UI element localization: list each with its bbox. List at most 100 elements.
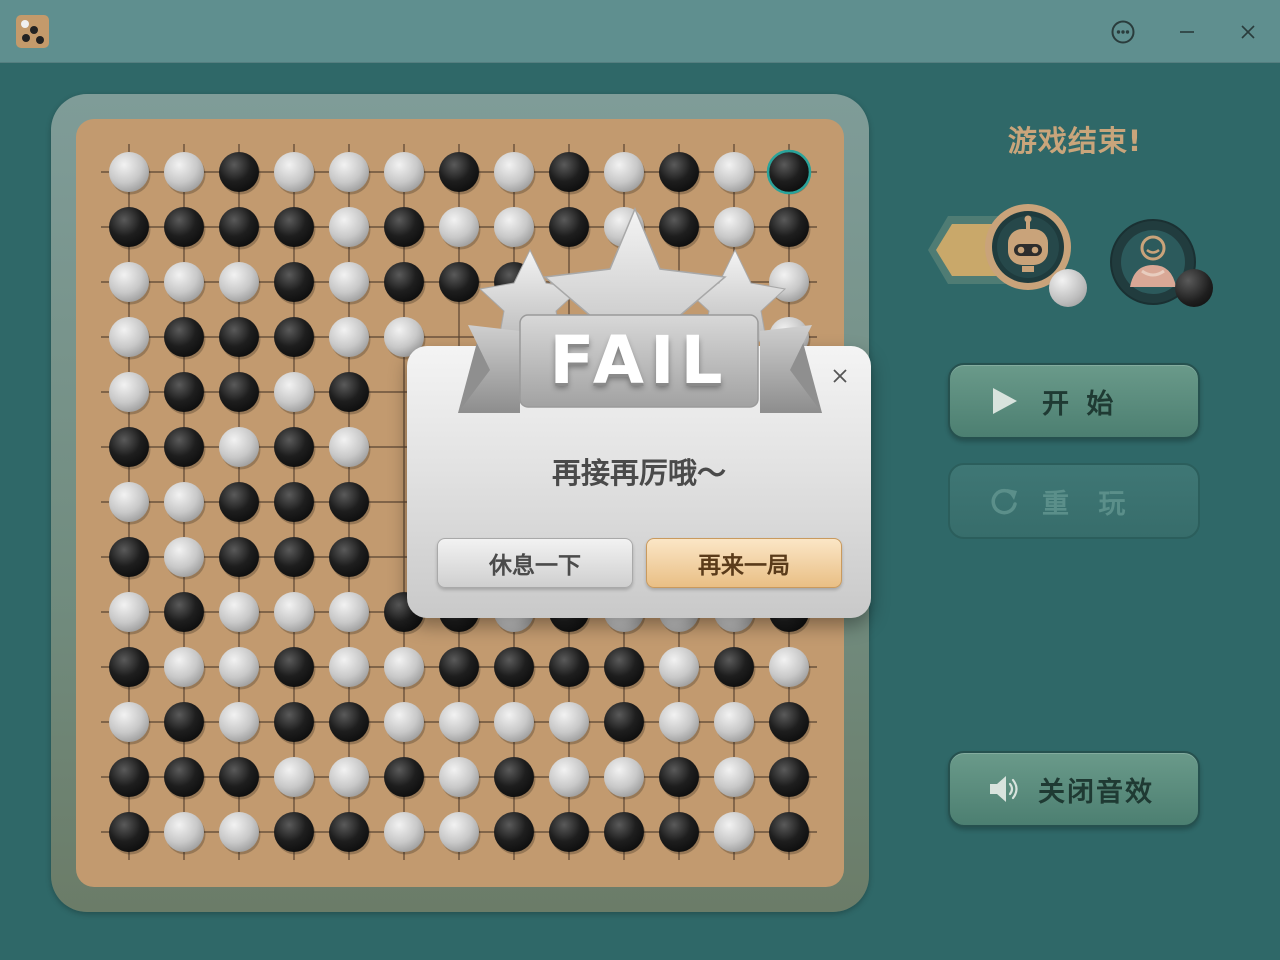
white-stone: [109, 482, 149, 522]
black-stone: [274, 812, 314, 852]
black-stone: [549, 812, 589, 852]
white-stone: [384, 152, 424, 192]
white-stone: [329, 427, 369, 467]
white-stone: [494, 702, 534, 742]
dialog-close-icon[interactable]: [822, 358, 858, 394]
black-stone: [109, 427, 149, 467]
black-stone: [384, 757, 424, 797]
white-stone: [274, 592, 314, 632]
white-stone: [164, 537, 204, 577]
black-stone: [164, 372, 204, 412]
play-again-button[interactable]: 再来一局: [646, 538, 842, 588]
white-stone: [109, 592, 149, 632]
black-stone: [219, 317, 259, 357]
white-stone: [384, 647, 424, 687]
black-stone: [274, 647, 314, 687]
white-stone: [329, 592, 369, 632]
black-stone: [384, 262, 424, 302]
black-stone: [109, 647, 149, 687]
black-stone: [219, 372, 259, 412]
black-stone: [329, 537, 369, 577]
dialog-message: 再接再厉哦～: [551, 456, 726, 490]
black-stone: [274, 427, 314, 467]
start-button[interactable]: 开 始: [948, 363, 1200, 439]
black-stone: [604, 812, 644, 852]
more-options-icon[interactable]: [1106, 15, 1140, 49]
white-stone: [329, 262, 369, 302]
game-status-text: 游戏结束!: [1007, 124, 1143, 158]
white-stone: [329, 757, 369, 797]
white-stone: [109, 702, 149, 742]
black-stone: [329, 482, 369, 522]
black-stone: [164, 207, 204, 247]
black-stone: [439, 152, 479, 192]
black-stone: [274, 482, 314, 522]
black-stone: [494, 647, 534, 687]
white-stone: [549, 757, 589, 797]
white-stone: [219, 427, 259, 467]
speaker-icon: [980, 765, 1028, 813]
white-stone: [329, 152, 369, 192]
black-stone: [164, 702, 204, 742]
white-stone-indicator: [1049, 269, 1087, 307]
mute-sound-label: 关闭音效: [1038, 776, 1154, 808]
white-stone: [659, 647, 699, 687]
white-stone: [659, 702, 699, 742]
minimize-icon[interactable]: [1170, 15, 1204, 49]
white-stone: [109, 152, 149, 192]
black-stone: [659, 812, 699, 852]
black-stone: [769, 757, 809, 797]
white-stone: [494, 152, 534, 192]
white-stone: [384, 702, 424, 742]
black-stone: [164, 317, 204, 357]
black-stone: [219, 207, 259, 247]
start-button-label: 开 始: [1042, 388, 1118, 420]
white-stone: [714, 757, 754, 797]
black-stone: [714, 647, 754, 687]
black-stone: [219, 482, 259, 522]
white-stone: [329, 317, 369, 357]
gomoku-board-icon: [16, 15, 49, 48]
black-stone: [659, 152, 699, 192]
white-stone: [109, 262, 149, 302]
replay-button: 重 玩: [948, 463, 1200, 539]
black-stone: [769, 812, 809, 852]
white-stone: [164, 482, 204, 522]
white-stone: [329, 207, 369, 247]
black-stone: [604, 702, 644, 742]
play-icon: [980, 377, 1028, 425]
white-stone: [439, 812, 479, 852]
white-stone: [549, 702, 589, 742]
white-stone: [384, 812, 424, 852]
white-stone: [219, 592, 259, 632]
white-stone: [164, 812, 204, 852]
mute-sound-button[interactable]: 关闭音效: [948, 751, 1200, 827]
close-icon[interactable]: [1231, 15, 1265, 49]
black-stone: [109, 757, 149, 797]
black-stone: [164, 592, 204, 632]
fail-title: FAIL: [549, 321, 729, 399]
white-stone: [714, 152, 754, 192]
refresh-icon: [980, 477, 1028, 525]
white-stone: [714, 812, 754, 852]
black-stone: [439, 647, 479, 687]
black-stone: [494, 812, 534, 852]
white-stone: [219, 262, 259, 302]
black-stone: [274, 317, 314, 357]
white-stone: [329, 647, 369, 687]
white-stone: [164, 647, 204, 687]
black-stone: [549, 647, 589, 687]
white-stone: [439, 702, 479, 742]
black-stone: [164, 427, 204, 467]
black-stone: [384, 207, 424, 247]
black-stone: [659, 757, 699, 797]
black-stone-indicator: [1175, 269, 1213, 307]
black-stone: [549, 152, 589, 192]
black-stone: [494, 757, 534, 797]
take-a-break-button[interactable]: 休息一下: [437, 538, 633, 588]
white-stone: [439, 757, 479, 797]
white-stone: [109, 372, 149, 412]
white-stone: [164, 152, 204, 192]
black-stone: [329, 702, 369, 742]
title-bar: [0, 0, 1280, 63]
